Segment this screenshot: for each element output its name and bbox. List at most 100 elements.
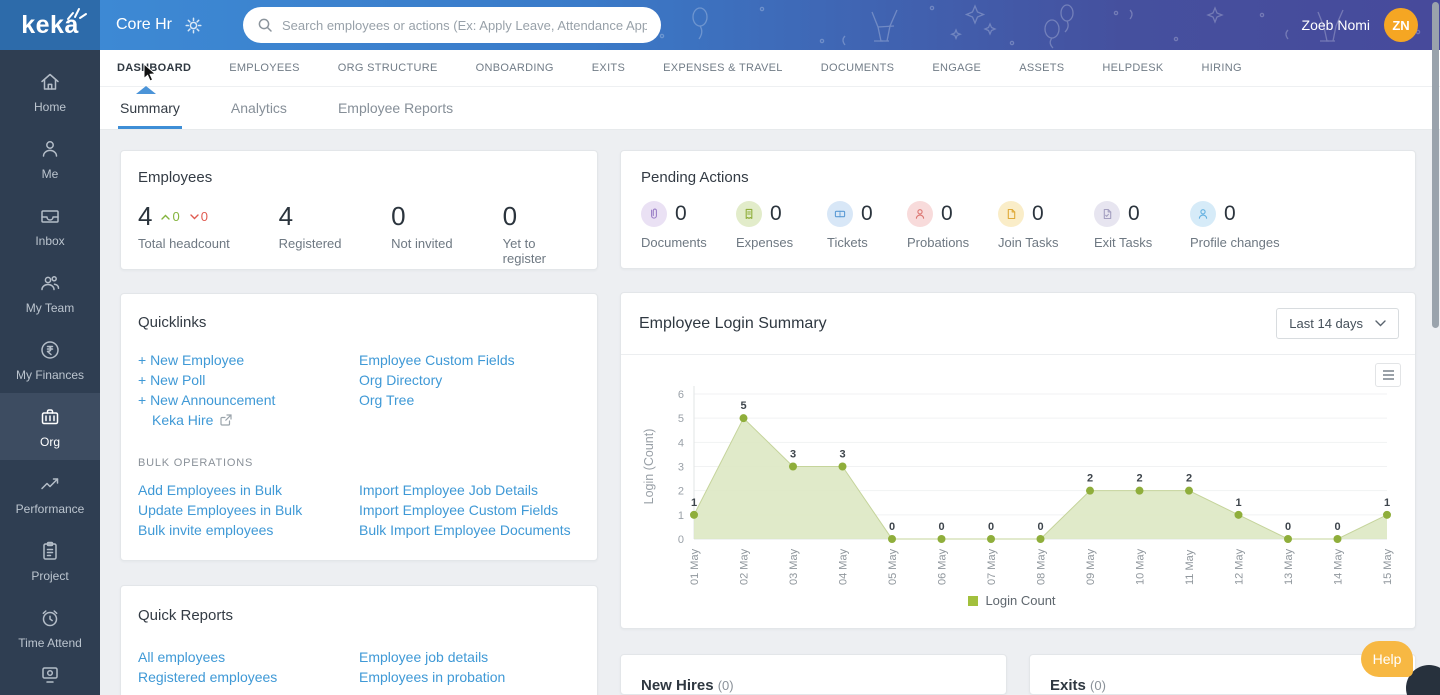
employees-card: Employees 4 0 0 xyxy=(120,150,598,270)
link-keka-hire[interactable]: Keka Hire xyxy=(138,410,359,430)
card-title: Exits (0) xyxy=(1050,677,1395,694)
svg-text:01 May: 01 May xyxy=(689,548,701,585)
pending-probations[interactable]: 0 Probations xyxy=(907,201,998,250)
link-bulk-invite-employees[interactable]: Bulk invite employees xyxy=(138,520,359,540)
gear-icon[interactable] xyxy=(184,16,203,35)
employee-login-summary-card: Employee Login Summary Last 14 days 0123… xyxy=(620,292,1416,629)
sidebar-item-partial[interactable] xyxy=(0,661,100,689)
svg-text:05 May: 05 May xyxy=(887,548,899,585)
nav-item-org-structure[interactable]: ORG STRUCTURE xyxy=(338,62,438,74)
link-org-directory[interactable]: Org Directory xyxy=(359,370,580,390)
svg-text:0: 0 xyxy=(1334,521,1340,533)
link-registered-employees[interactable]: Registered employees xyxy=(138,667,359,687)
link-employee-job-details[interactable]: Employee job details xyxy=(359,647,580,667)
keka-logo[interactable]: keka xyxy=(0,0,100,50)
svg-text:Login (Count): Login (Count) xyxy=(642,429,656,505)
link-employees-in-probation[interactable]: Employees in probation xyxy=(359,667,580,687)
sidebar-item-home[interactable]: Home xyxy=(0,58,100,125)
svg-text:0: 0 xyxy=(988,521,994,533)
link-bulk-import-documents[interactable]: Bulk Import Employee Documents xyxy=(359,520,580,540)
pending-documents[interactable]: 0 Documents xyxy=(641,201,736,250)
pending-expenses[interactable]: 0 Expenses xyxy=(736,201,827,250)
page-scrollbar[interactable] xyxy=(1432,2,1439,328)
home-icon xyxy=(38,70,62,94)
sidebar-item-label: Home xyxy=(34,100,66,114)
tab-employee-reports[interactable]: Employee Reports xyxy=(336,87,455,129)
sidebar-item-time-attend[interactable]: Time Attend xyxy=(0,594,100,661)
sidebar-item-inbox[interactable]: Inbox xyxy=(0,192,100,259)
user-name: Zoeb Nomi xyxy=(1302,17,1370,33)
card-title: Employees xyxy=(138,169,580,186)
person-icon xyxy=(1190,201,1216,227)
svg-text:0: 0 xyxy=(938,521,944,533)
link-all-employees[interactable]: All employees xyxy=(138,647,359,667)
nav-item-assets[interactable]: ASSETS xyxy=(1019,62,1064,74)
nav-item-documents[interactable]: DOCUMENTS xyxy=(821,62,895,74)
svg-text:4: 4 xyxy=(678,437,684,449)
svg-text:13 May: 13 May xyxy=(1283,548,1295,585)
login-chart: 0123456101 May502 May303 May304 May005 M… xyxy=(639,363,1399,591)
nav-item-onboarding[interactable]: ONBOARDING xyxy=(476,62,554,74)
search-icon xyxy=(257,17,273,33)
sidebar-item-org[interactable]: Org xyxy=(0,393,100,460)
pending-join-tasks[interactable]: 0 Join Tasks xyxy=(998,201,1094,250)
sidebar-item-label: Time Attend xyxy=(18,636,82,650)
alarm-clock-icon xyxy=(38,606,62,630)
date-range-select[interactable]: Last 14 days xyxy=(1276,308,1399,339)
rupee-circle-icon xyxy=(38,338,62,362)
link-import-custom-fields[interactable]: Import Employee Custom Fields xyxy=(359,500,580,520)
document-icon xyxy=(998,201,1024,227)
svg-text:3: 3 xyxy=(678,462,684,474)
link-org-tree[interactable]: Org Tree xyxy=(359,390,580,410)
sidebar-item-me[interactable]: Me xyxy=(0,125,100,192)
nav-item-exits[interactable]: EXITS xyxy=(592,62,625,74)
search-input[interactable] xyxy=(282,18,647,33)
nav-item-expenses-travel[interactable]: EXPENSES & TRAVEL xyxy=(663,62,783,74)
exits-card: Exits (0) xyxy=(1029,654,1416,695)
paperclip-icon xyxy=(641,201,667,227)
svg-text:6: 6 xyxy=(678,389,684,401)
sidebar-item-my-finances[interactable]: My Finances xyxy=(0,326,100,393)
search-bar[interactable] xyxy=(243,7,661,43)
monitor-icon xyxy=(38,665,62,689)
sidebar-item-my-team[interactable]: My Team xyxy=(0,259,100,326)
pending-profile-changes[interactable]: 0 Profile changes xyxy=(1190,201,1280,250)
tab-analytics[interactable]: Analytics xyxy=(229,87,289,129)
link-new-announcement[interactable]: + New Announcement xyxy=(138,390,359,410)
clipboard-icon xyxy=(38,539,62,563)
svg-text:2: 2 xyxy=(678,486,684,498)
sidebar-item-performance[interactable]: Performance xyxy=(0,460,100,527)
sidebar-item-label: My Team xyxy=(26,301,74,315)
product-name: Core Hr xyxy=(116,16,172,34)
nav-item-engage[interactable]: ENGAGE xyxy=(932,62,981,74)
svg-text:5: 5 xyxy=(740,400,746,412)
svg-text:3: 3 xyxy=(839,449,845,461)
card-title: Pending Actions xyxy=(641,169,1395,186)
avatar[interactable]: ZN xyxy=(1384,8,1418,42)
link-update-employees-bulk[interactable]: Update Employees in Bulk xyxy=(138,500,359,520)
pending-tickets[interactable]: 0 Tickets xyxy=(827,201,907,250)
link-new-poll[interactable]: + New Poll xyxy=(138,370,359,390)
svg-text:07 May: 07 May xyxy=(986,548,998,585)
pending-exit-tasks[interactable]: 0 Exit Tasks xyxy=(1094,201,1190,250)
nav-item-hiring[interactable]: HIRING xyxy=(1202,62,1242,74)
link-import-job-details[interactable]: Import Employee Job Details xyxy=(359,480,580,500)
sidebar-item-label: Me xyxy=(42,167,59,181)
svg-text:14 May: 14 May xyxy=(1333,548,1345,585)
chart-legend: Login Count xyxy=(639,593,1385,608)
sidebar-item-project[interactable]: Project xyxy=(0,527,100,594)
svg-text:1: 1 xyxy=(1384,497,1390,509)
dashboard-content: Employees 4 0 0 xyxy=(100,130,1440,695)
help-button[interactable]: Help xyxy=(1361,641,1413,677)
nav-item-employees[interactable]: EMPLOYEES xyxy=(229,62,300,74)
link-new-employee[interactable]: + New Employee xyxy=(138,350,359,370)
link-employee-custom-fields[interactable]: Employee Custom Fields xyxy=(359,350,580,370)
sidebar-item-label: Performance xyxy=(16,502,85,516)
nav-item-helpdesk[interactable]: HELPDESK xyxy=(1102,62,1163,74)
svg-text:0: 0 xyxy=(678,534,684,546)
chart-menu-button[interactable] xyxy=(1375,363,1401,387)
link-add-employees-bulk[interactable]: Add Employees in Bulk xyxy=(138,480,359,500)
nav-item-dashboard[interactable]: DASHBOARD xyxy=(117,62,191,74)
user-menu[interactable]: Zoeb Nomi ZN xyxy=(1302,8,1418,42)
chevron-down-icon xyxy=(1375,320,1386,327)
